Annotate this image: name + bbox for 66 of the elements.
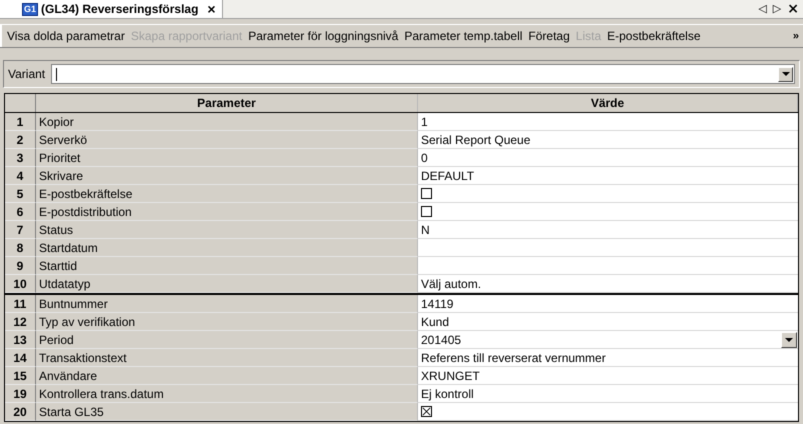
report-icon: G1	[22, 2, 38, 16]
toolbar-button[interactable]: Visa dolda parametrar	[4, 29, 128, 43]
table-cell: E-postbekräftelse	[36, 185, 418, 203]
row-number: 9	[5, 257, 36, 275]
row-number: 10	[5, 275, 36, 293]
table-cell: Startdatum	[36, 239, 418, 257]
table-cell: Status	[36, 221, 418, 239]
row-number: 13	[5, 331, 36, 349]
table-cell: Serverkö	[36, 131, 418, 149]
row-number: 19	[5, 385, 36, 403]
table-cell: Kontrollera trans.datum	[36, 385, 418, 403]
table-cell: Utdatatyp	[36, 275, 418, 293]
variant-label: Variant	[8, 67, 46, 81]
table-cell: DEFAULT	[418, 167, 798, 185]
table-cell: Skrivare	[36, 167, 418, 185]
table-cell: Transaktionstext	[36, 349, 418, 367]
toolbar-button[interactable]: E-postbekräftelse	[604, 29, 704, 43]
previous-tab-button[interactable]: ◁	[756, 0, 769, 18]
row-number: 11	[5, 295, 36, 313]
row-number: 8	[5, 239, 36, 257]
table-cell: Kopior	[36, 113, 418, 131]
document-tab[interactable]: G1 (GL34) Reverseringsförslag ×	[0, 0, 223, 18]
table-cell: Välj autom.	[418, 275, 798, 293]
tab-title: (GL34) Reverseringsförslag	[41, 2, 198, 16]
dropdown-button[interactable]	[781, 332, 797, 348]
checkbox[interactable]	[421, 406, 432, 417]
table-cell: 1	[418, 113, 798, 131]
table-cell: Referens till reverserat vernummer	[418, 349, 798, 367]
row-number: 6	[5, 203, 36, 221]
row-number: 1	[5, 113, 36, 131]
close-button[interactable]: ×	[785, 0, 801, 18]
next-tab-button[interactable]: ▷	[770, 0, 784, 18]
row-number: 3	[5, 149, 36, 167]
row-number: 12	[5, 313, 36, 331]
toolbar-button[interactable]: Parameter temp.tabell	[401, 29, 526, 43]
table-cell: Period	[36, 331, 418, 349]
table-cell: Serial Report Queue	[418, 131, 798, 149]
dropdown-button[interactable]	[778, 66, 793, 82]
table-cell: Buntnummer	[36, 295, 418, 313]
table-cell: N	[418, 221, 798, 239]
table-cell: 0	[418, 149, 798, 167]
row-number: 7	[5, 221, 36, 239]
toolbar-button[interactable]: Parameter för loggningsnivå	[245, 29, 402, 43]
table-cell: Användare	[36, 367, 418, 385]
row-number: 2	[5, 131, 36, 149]
dropdown-field[interactable]: 201405	[418, 331, 798, 349]
table-cell: Typ av verifikation	[36, 313, 418, 331]
toolbar-button[interactable]: Företag	[525, 29, 573, 43]
row-number: 20	[5, 403, 36, 421]
table-cell: Starttid	[36, 257, 418, 275]
table-cell: Starta GL35	[36, 403, 418, 421]
table-cell: Ej kontroll	[418, 385, 798, 403]
checkbox[interactable]	[421, 206, 432, 217]
row-number: 15	[5, 367, 36, 385]
table-cell: XRUNGET	[418, 367, 798, 385]
checkbox[interactable]	[421, 188, 432, 199]
overflow-button[interactable]: »	[788, 30, 803, 42]
close-button[interactable]: ×	[201, 2, 216, 16]
row-number: 5	[5, 185, 36, 203]
row-number: 14	[5, 349, 36, 367]
row-number: 4	[5, 167, 36, 185]
variant-field[interactable]	[51, 64, 795, 84]
table-cell: Kund	[418, 313, 798, 331]
table-cell: Prioritet	[36, 149, 418, 167]
table-cell: E-postdistribution	[36, 203, 418, 221]
table-cell: 14119	[418, 295, 798, 313]
